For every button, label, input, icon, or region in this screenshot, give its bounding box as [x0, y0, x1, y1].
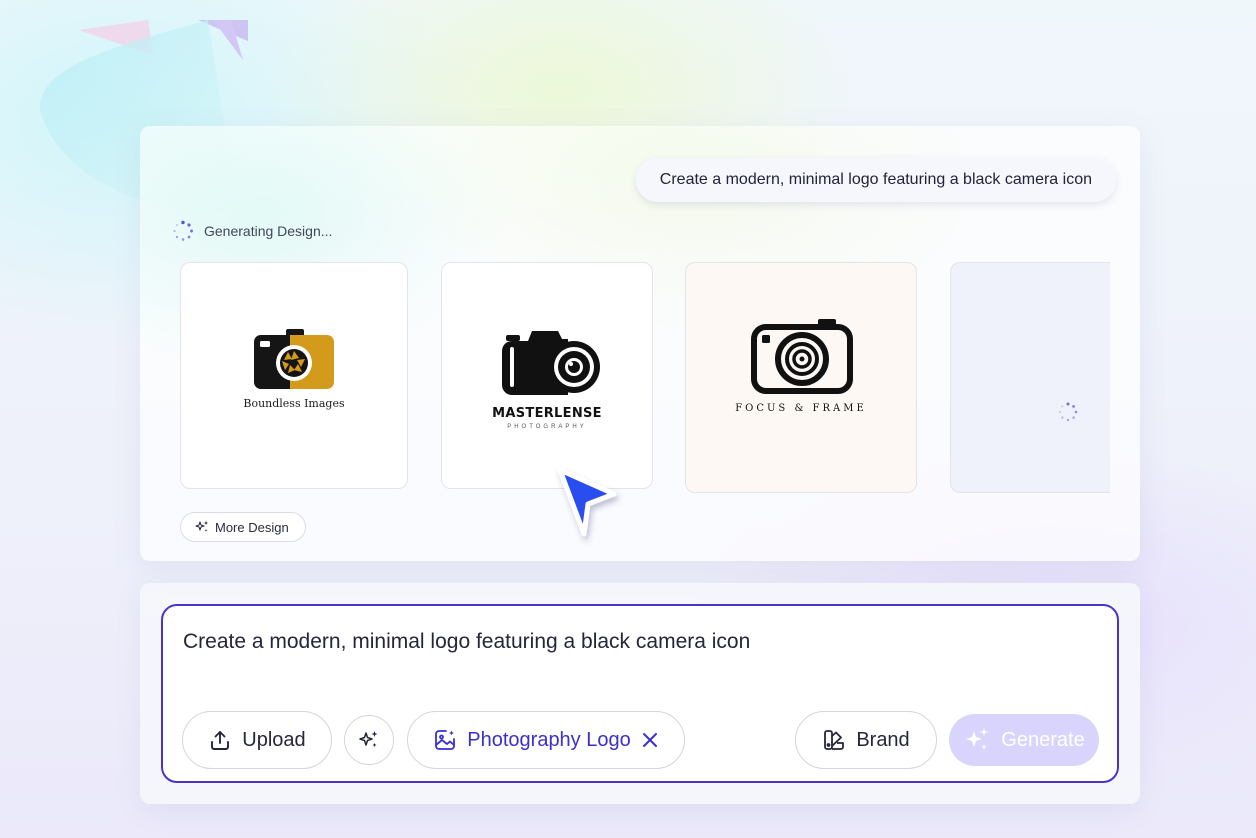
design-brand-text: MASTERLENSE — [492, 406, 602, 421]
image-sparkle-icon — [435, 730, 456, 750]
generation-panel: Create a modern, minimal logo featuring … — [140, 126, 1140, 561]
brand-button[interactable]: Brand — [795, 711, 937, 769]
upload-button[interactable]: Upload — [182, 711, 332, 769]
composer-panel: Create a modern, minimal logo featuring … — [140, 583, 1140, 804]
status-text: Generating Design... — [204, 223, 333, 239]
design-brand-text: Boundless Images — [243, 397, 345, 410]
camera-logo-icon — [254, 329, 334, 389]
enhance-prompt-button[interactable] — [344, 715, 394, 765]
loading-spinner-icon — [173, 220, 193, 241]
generation-status: Generating Design... — [172, 220, 332, 242]
prompt-input-box[interactable]: Create a modern, minimal logo featuring … — [161, 604, 1119, 783]
more-design-label: More Design — [215, 519, 289, 535]
close-icon[interactable] — [641, 731, 659, 749]
upload-label: Upload — [242, 728, 306, 751]
design-card-2[interactable]: MASTERLENSE PHOTOGRAPHY — [441, 262, 653, 489]
design-tagline: PHOTOGRAPHY — [507, 424, 587, 430]
brand-palette-icon — [824, 730, 845, 750]
tag-label: Photography Logo — [467, 728, 631, 751]
pointer-cursor-icon — [557, 467, 617, 537]
brand-label: Brand — [856, 728, 910, 751]
design-card-1[interactable]: Boundless Images — [180, 262, 408, 489]
more-design-button[interactable]: More Design — [180, 512, 306, 542]
upload-icon — [211, 731, 230, 750]
camera-logo-icon — [502, 331, 600, 395]
sparkle-icon — [359, 731, 378, 747]
user-prompt-bubble: Create a modern, minimal logo featuring … — [635, 158, 1116, 202]
design-card-3[interactable]: FOCUS & FRAME — [685, 262, 917, 493]
user-prompt-text: Create a modern, minimal logo featuring … — [659, 171, 1092, 188]
selected-tag-chip[interactable]: Photography Logo — [407, 711, 685, 769]
camera-logo-icon — [751, 319, 853, 394]
prompt-input[interactable]: Create a modern, minimal logo featuring … — [183, 630, 750, 654]
sparkle-icon — [966, 728, 989, 750]
loading-spinner-icon — [1059, 402, 1078, 422]
design-card-4-loading — [950, 262, 1110, 493]
generate-label: Generate — [1001, 728, 1085, 751]
sparkle-icon — [195, 521, 208, 532]
generate-button[interactable]: Generate — [949, 714, 1099, 766]
design-brand-text: FOCUS & FRAME — [735, 403, 867, 414]
